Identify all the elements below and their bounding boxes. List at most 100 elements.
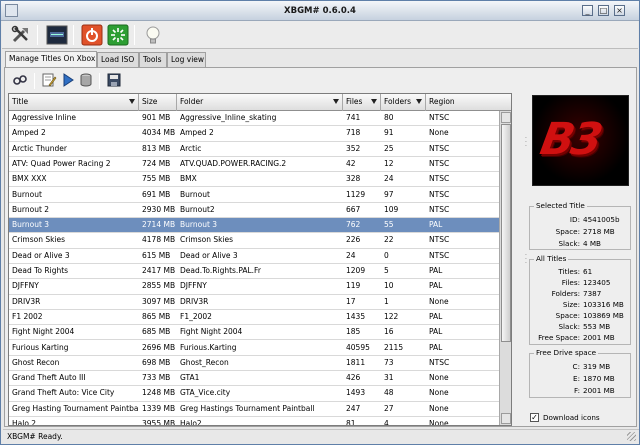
- table-row[interactable]: Amped 2 4034 MB Amped 2 718 91 None: [9, 126, 499, 142]
- table-cell: 352: [346, 143, 361, 153]
- table-cell: Grand Theft Auto: Vice City: [12, 388, 115, 398]
- title-bar[interactable]: XBGM# 0.6.0.4 _ □ ×: [1, 1, 639, 21]
- lightbulb-icon[interactable]: [142, 24, 164, 46]
- column-header-files[interactable]: Files: [343, 94, 381, 111]
- window-title: XBGM# 0.6.0.4: [284, 6, 356, 16]
- table-cell: Burnout 2: [12, 204, 50, 214]
- table-cell: NTSC: [429, 113, 450, 122]
- info-value: 1870 MB: [583, 374, 615, 383]
- table-cell: None: [429, 388, 449, 398]
- table-cell: 4178 MB: [142, 235, 176, 245]
- column-header-folder[interactable]: Folder: [177, 94, 343, 111]
- info-key: Folders:: [551, 289, 580, 298]
- table-cell: 733 MB: [142, 373, 171, 383]
- table-row[interactable]: Burnout 2 2930 MB Burnout2 667 109 NTSC: [9, 202, 499, 219]
- table-cell: 73: [384, 357, 394, 367]
- column-header-label: Title: [12, 97, 29, 106]
- table-cell: PAL: [429, 327, 443, 337]
- table-row[interactable]: Fight Night 2004 685 MB Fight Night 2004 18…: [9, 325, 499, 341]
- tab-tools[interactable]: Tools: [139, 52, 167, 67]
- database-icon[interactable]: [78, 72, 94, 88]
- info-value: 4 MB: [583, 239, 601, 248]
- download-icons-checkbox[interactable]: ✓: [530, 413, 539, 422]
- scrollbar-thumb[interactable]: [501, 124, 511, 342]
- table-row[interactable]: Crimson Skies 4178 MB Crimson Skies 226 22 NT…: [9, 233, 499, 249]
- table-cell: NTSC: [429, 204, 450, 214]
- scroll-up-button[interactable]: [501, 112, 511, 123]
- group-title: Free Drive space: [534, 348, 599, 357]
- save-icon[interactable]: [106, 72, 122, 88]
- tab-manage-titles[interactable]: Manage Titles On Xbox: [5, 51, 97, 67]
- info-key: Space:: [555, 227, 580, 236]
- resize-grip-icon[interactable]: [627, 432, 636, 441]
- table-cell: 4: [384, 419, 389, 426]
- table-cell: ATV.QUAD.POWER.RACING.2: [180, 158, 287, 168]
- table-cell: NTSC: [429, 158, 450, 168]
- info-row: Free Space: 2001 MB: [530, 333, 630, 344]
- table-row[interactable]: DRIV3R 3097 MB DRIV3R 17 1 None: [9, 294, 499, 310]
- table-cell: NTSC: [429, 357, 450, 367]
- table-cell: Dead.To.Rights.PAL.Fr: [180, 266, 261, 275]
- table-cell: 2115: [384, 342, 404, 352]
- info-key: C:: [572, 362, 580, 371]
- table-row[interactable]: Ghost Recon 698 MB Ghost_Recon 1811 73 NTSC: [9, 355, 499, 372]
- toolbar-separator: [99, 73, 100, 89]
- table-row[interactable]: BMX XXX 755 MB BMX 328 24 NTSC: [9, 172, 499, 188]
- table-row[interactable]: Arctic Thunder 813 MB Arctic 352 25 NTSC: [9, 141, 499, 157]
- tab-log-view[interactable]: Log view: [167, 52, 206, 67]
- close-button[interactable]: ×: [614, 5, 625, 16]
- tab-load-iso[interactable]: Load ISO: [97, 52, 139, 67]
- info-row: Space: 103869 MB: [530, 311, 630, 322]
- table-cell: DJFFNY: [180, 281, 207, 291]
- recycle-icon[interactable]: [107, 24, 129, 46]
- maximize-button[interactable]: □: [598, 5, 609, 16]
- link-icon[interactable]: [12, 72, 28, 88]
- edit-icon[interactable]: [41, 72, 57, 88]
- minimize-button[interactable]: _: [582, 5, 593, 16]
- table-row[interactable]: DJFFNY 2855 MB DJFFNY 119 10 PAL: [9, 279, 499, 295]
- table-cell: 27: [384, 403, 394, 413]
- column-header-title[interactable]: Title: [9, 94, 139, 111]
- column-header-folders[interactable]: Folders: [381, 94, 426, 111]
- splitter-handle[interactable]: · · ·: [525, 253, 528, 267]
- table-cell: 0: [384, 250, 389, 260]
- table-row[interactable]: Aggressive Inline 901 MB Aggressive_Inline…: [9, 111, 499, 127]
- table-cell: PAL: [429, 266, 443, 275]
- table-cell: 865 MB: [142, 311, 171, 321]
- table-row[interactable]: Furious Karting 2696 MB Furious.Karting 405…: [9, 340, 499, 356]
- table-cell: 48: [384, 388, 394, 398]
- xbox-console-icon[interactable]: [46, 24, 68, 46]
- toolbar-separator: [34, 73, 35, 89]
- table-cell: NTSC: [429, 250, 450, 260]
- table-row[interactable]: Dead or Alive 3 615 MB Dead or Alive 3 24 0 N…: [9, 248, 499, 264]
- table-row[interactable]: Burnout 3 2714 MB Burnout 3 762 55 PAL: [9, 218, 499, 234]
- table-cell: 1209: [346, 266, 366, 275]
- free-drive-space-group: Free Drive space C: 319 MB E: 1870 MB F: 20…: [529, 348, 631, 398]
- table-cell: Aggressive_Inline_skating: [180, 113, 277, 122]
- scroll-down-button[interactable]: [501, 413, 511, 424]
- tools-icon[interactable]: [10, 24, 32, 46]
- column-header-size[interactable]: Size: [139, 94, 177, 111]
- table-row[interactable]: ATV: Quad Power Racing 2 724 MB ATV.QUAD.P…: [9, 156, 499, 173]
- table-cell: 16: [384, 327, 394, 337]
- column-header-label: Size: [142, 97, 158, 106]
- toolbar-separator: [73, 25, 74, 45]
- table-row[interactable]: Burnout 691 MB Burnout 1129 97 NTSC: [9, 187, 499, 203]
- table-row[interactable]: Grand Theft Auto III 733 MB GTA1 426 31 None: [9, 371, 499, 387]
- table-row[interactable]: Grand Theft Auto: Vice City 1248 MB GTA_Vi…: [9, 386, 499, 402]
- table-cell: Amped 2: [12, 128, 46, 138]
- column-header-label: Region: [429, 97, 455, 106]
- column-header-region[interactable]: Region: [426, 94, 511, 111]
- table-row[interactable]: F1 2002 865 MB F1_2002 1435 122 PAL: [9, 309, 499, 326]
- splitter-handle[interactable]: · · ·: [525, 136, 528, 150]
- info-row: Titles: 61: [530, 267, 630, 278]
- vertical-scrollbar[interactable]: [499, 111, 511, 425]
- table-cell: Burnout: [180, 189, 210, 199]
- table-row[interactable]: Halo 2 3955 MB Halo2 81 4 None: [9, 417, 499, 426]
- manage-titles-panel: Title Size Folder Files Folders Region A…: [4, 67, 637, 427]
- table-row[interactable]: Dead To Rights 2417 MB Dead.To.Rights.PAL.…: [9, 264, 499, 280]
- table-row[interactable]: Greg Hasting Tournament Paintball 1339 MB…: [9, 401, 499, 417]
- play-icon[interactable]: [60, 72, 76, 88]
- power-icon[interactable]: [81, 24, 103, 46]
- info-key: Size:: [562, 300, 580, 309]
